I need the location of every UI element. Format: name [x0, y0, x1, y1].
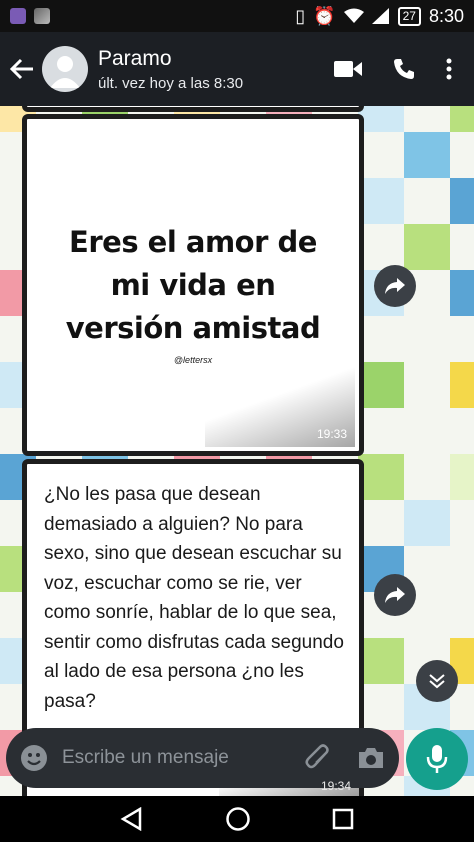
last-seen: últ. vez hoy a las 8:30 [98, 75, 244, 92]
wallpaper-tile [450, 362, 474, 408]
battery-level: 27 [397, 6, 421, 26]
mic-icon [426, 745, 448, 773]
contact-name: Paramo [98, 47, 172, 70]
avatar[interactable] [42, 46, 88, 92]
message-input-placeholder: Escribe un mensaje [62, 747, 229, 768]
back-button[interactable] [2, 58, 42, 80]
attach-icon[interactable] [305, 744, 331, 772]
wallpaper-tile [450, 178, 474, 224]
wifi-icon [343, 8, 364, 23]
chevron-down-icon [429, 674, 445, 689]
composer-bar: Escribe un mensaje [0, 722, 474, 796]
forward-button[interactable] [374, 265, 416, 307]
video-call-icon[interactable] [334, 60, 362, 78]
status-time: 8:30 [428, 5, 464, 26]
message-time: 19:34 [320, 779, 351, 793]
wallpaper-tile [404, 224, 450, 270]
emoji-icon[interactable] [20, 744, 48, 772]
signal-icon [371, 8, 389, 24]
image-message-bubble[interactable]: Eres el amor de mi vida en versión amist… [22, 114, 364, 456]
wallpaper-tile [404, 500, 450, 546]
voice-record-button[interactable] [406, 728, 468, 790]
wallpaper-tile [358, 362, 404, 408]
image-quote-text: Eres el amor de mi vida en versión amist… [65, 225, 321, 345]
forward-button[interactable] [374, 574, 416, 616]
message-time: 19:33 [316, 427, 347, 441]
back-arrow-icon [9, 58, 33, 80]
phone-icon[interactable] [392, 57, 416, 81]
alarm-icon: ⏰ [313, 5, 336, 26]
forward-icon [385, 278, 405, 294]
forward-icon [385, 587, 405, 603]
wallpaper-tile [404, 132, 450, 178]
system-nav-bar [0, 796, 474, 842]
status-bar: ▯ ⏰ 27 8:30 [0, 0, 474, 32]
wallpaper-tile [358, 178, 404, 224]
image-watermark: @lettersx [173, 355, 213, 365]
wallpaper-tile [450, 454, 474, 500]
contact-info[interactable]: Paramo últ. vez hoy a las 8:30 [98, 46, 334, 92]
nav-home-icon[interactable] [225, 806, 251, 832]
wallpaper-tile [450, 106, 474, 132]
chat-area[interactable]: Eres el amor de mi vida en versión amist… [0, 106, 474, 796]
nav-back-icon[interactable] [120, 807, 144, 831]
message-text: ¿No les pasa que desean demasiado a algu… [44, 484, 344, 712]
default-avatar-icon [50, 56, 80, 88]
chat-header: Paramo últ. vez hoy a las 8:30 [0, 32, 474, 106]
message-image[interactable]: Eres el amor de mi vida en versión amist… [31, 123, 355, 447]
vibrate-icon: ▯ [295, 5, 306, 26]
nav-recents-icon[interactable] [332, 808, 354, 830]
camera-icon[interactable] [357, 746, 385, 770]
wallpaper-tile [358, 638, 404, 684]
wallpaper-tile [450, 270, 474, 316]
notification-photo-icon [34, 8, 50, 24]
more-options-icon[interactable] [446, 58, 452, 80]
notification-app-icon [10, 8, 26, 24]
wallpaper-tile [358, 106, 404, 132]
scroll-to-bottom-button[interactable] [416, 660, 458, 702]
wallpaper-tile [358, 454, 404, 500]
previous-message-bubble[interactable] [22, 106, 364, 112]
